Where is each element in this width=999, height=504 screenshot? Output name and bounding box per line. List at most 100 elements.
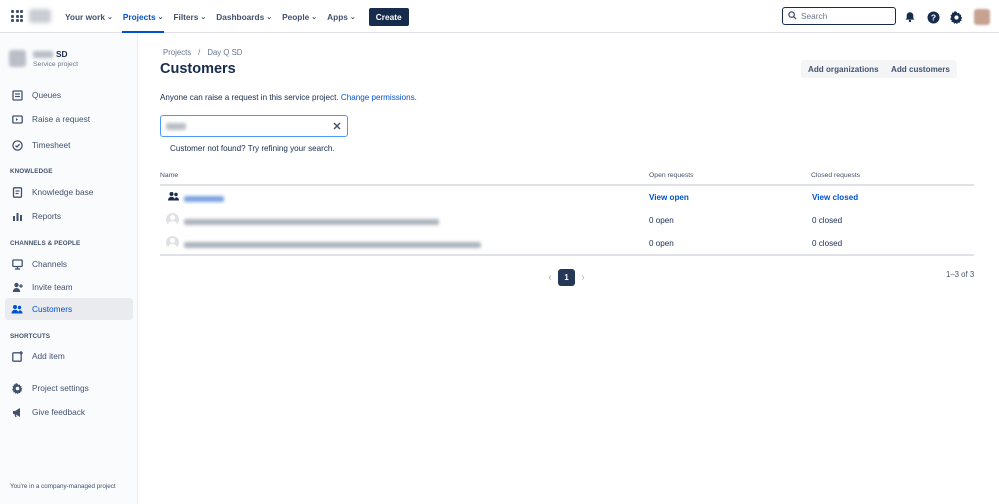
chevron-right-icon[interactable]: › (577, 270, 589, 286)
sidebar-item-label: Invite team (32, 282, 73, 292)
sidebar-item-label: Give feedback (32, 407, 86, 417)
primary-nav: Your work ⌄ Projects ⌄ Filters ⌄ Dashboards… (60, 0, 409, 33)
customer-name[interactable] (184, 241, 481, 250)
breadcrumb: Projects / Day Q SD (163, 48, 242, 57)
breadcrumb-project[interactable]: Day Q SD (207, 48, 242, 57)
sidebar-item-raise-request[interactable]: Raise a request (5, 108, 133, 130)
notifications-icon[interactable] (903, 10, 917, 24)
channels-icon (11, 258, 23, 270)
chevron-down-icon: ⌄ (200, 13, 207, 21)
sidebar-item-label: Raise a request (32, 114, 91, 124)
sidebar-item-add-item[interactable]: Add item (5, 345, 133, 367)
nav-label: Your work (65, 11, 105, 22)
customers-icon (11, 303, 23, 315)
sidebar-item-give-feedback[interactable]: Give feedback (5, 401, 133, 423)
project-name: SD (33, 49, 78, 59)
project-settings-icon (11, 382, 23, 394)
view-closed-link[interactable]: View closed (812, 193, 858, 202)
breadcrumb-projects[interactable]: Projects (163, 48, 191, 57)
table-row: 0 open 0 closed (160, 211, 974, 234)
chevron-down-icon: ⌄ (349, 13, 356, 21)
sidebar-item-channels[interactable]: Channels (5, 253, 133, 275)
invite-team-icon (11, 281, 23, 293)
svg-text:?: ? (930, 12, 935, 22)
nav-filters[interactable]: Filters ⌄ (168, 0, 211, 33)
open-requests-count: 0 open (649, 239, 674, 248)
top-navigation-bar: Your work ⌄ Projects ⌄ Filters ⌄ Dashboards… (0, 0, 999, 33)
sidebar-item-project-settings[interactable]: Project settings (5, 377, 133, 399)
sidebar-item-queues[interactable]: Queues (5, 84, 133, 106)
add-organizations-button[interactable]: Add organizations (801, 60, 886, 78)
user-avatar[interactable] (974, 9, 990, 25)
app-switcher-icon[interactable] (11, 10, 23, 22)
sidebar-item-label: Timesheet (32, 140, 71, 150)
page-title: Customers (160, 61, 236, 77)
nav-label: Dashboards (216, 11, 265, 22)
project-sidebar: SD Service project Queues Raise a reques… (0, 34, 138, 504)
customer-search-value (166, 122, 186, 130)
chevron-down-icon: ⌄ (266, 13, 273, 21)
nav-label: Apps (327, 11, 348, 22)
settings-icon[interactable] (949, 10, 963, 24)
customer-name[interactable] (184, 218, 439, 227)
user-avatar-icon (166, 213, 179, 226)
customer-search-field[interactable] (160, 115, 348, 137)
open-requests-count: 0 open (649, 216, 674, 225)
table-bottom-divider (160, 254, 974, 256)
add-customers-button[interactable]: Add customers (884, 60, 957, 78)
search-input[interactable] (801, 11, 891, 21)
reports-icon (11, 210, 23, 222)
add-item-icon (11, 350, 23, 362)
help-icon[interactable]: ? (926, 10, 940, 24)
project-header[interactable]: SD Service project (9, 49, 78, 68)
sidebar-item-label: Add item (32, 351, 65, 361)
closed-requests-count: 0 closed (812, 216, 843, 225)
clear-icon[interactable] (331, 120, 342, 131)
section-channels-people: CHANNELS & PEOPLE (10, 240, 81, 247)
organization-name[interactable] (184, 195, 224, 204)
nav-apps[interactable]: Apps ⌄ (322, 0, 361, 33)
column-header-name: Name (160, 172, 179, 179)
view-open-link[interactable]: View open (649, 193, 689, 202)
nav-label: Projects (122, 11, 156, 22)
knowledge-base-icon (11, 186, 23, 198)
results-count: 1–3 of 3 (946, 270, 975, 279)
sidebar-item-timesheet[interactable]: Timesheet (5, 134, 133, 156)
permissions-info-text: Anyone can raise a request in this servi… (160, 93, 339, 102)
nav-your-work[interactable]: Your work ⌄ (60, 0, 118, 33)
section-shortcuts: SHORTCUTS (10, 333, 51, 340)
sidebar-item-invite-team[interactable]: Invite team (5, 276, 133, 298)
organization-icon (167, 191, 180, 204)
sidebar-item-label: Queues (32, 90, 62, 100)
sidebar-item-customers[interactable]: Customers (5, 298, 133, 320)
project-name-text: SD (56, 49, 68, 59)
sidebar-item-reports[interactable]: Reports (5, 205, 133, 227)
closed-requests-count: 0 closed (812, 239, 843, 248)
nav-label: People (282, 11, 310, 22)
sidebar-item-label: Project settings (32, 383, 89, 393)
raise-request-icon (11, 113, 23, 125)
project-type: Service project (33, 61, 78, 68)
page-button-current[interactable]: 1 (558, 269, 575, 286)
column-header-open-requests: Open requests (649, 172, 694, 179)
chevron-down-icon: ⌄ (311, 13, 318, 21)
nav-people[interactable]: People ⌄ (277, 0, 322, 33)
table-row: View open View closed (160, 188, 974, 211)
chevron-left-icon[interactable]: ‹ (544, 270, 556, 286)
project-avatar (9, 50, 26, 67)
timesheet-icon (11, 139, 23, 151)
table-header-divider (160, 184, 974, 186)
sidebar-item-label: Channels (32, 259, 68, 269)
chevron-down-icon: ⌄ (157, 13, 164, 21)
nav-projects[interactable]: Projects ⌄ (118, 0, 169, 33)
column-header-closed-requests: Closed requests (811, 172, 861, 179)
nav-label: Filters (173, 11, 199, 22)
product-logo[interactable] (29, 9, 51, 23)
sidebar-item-label: Reports (32, 211, 62, 221)
create-button[interactable]: Create (368, 7, 409, 26)
global-search[interactable] (782, 7, 896, 25)
change-permissions-link[interactable]: Change permissions. (341, 93, 417, 102)
sidebar-item-label: Customers (32, 304, 73, 314)
sidebar-item-knowledge-base[interactable]: Knowledge base (5, 181, 133, 203)
nav-dashboards[interactable]: Dashboards ⌄ (211, 0, 277, 33)
